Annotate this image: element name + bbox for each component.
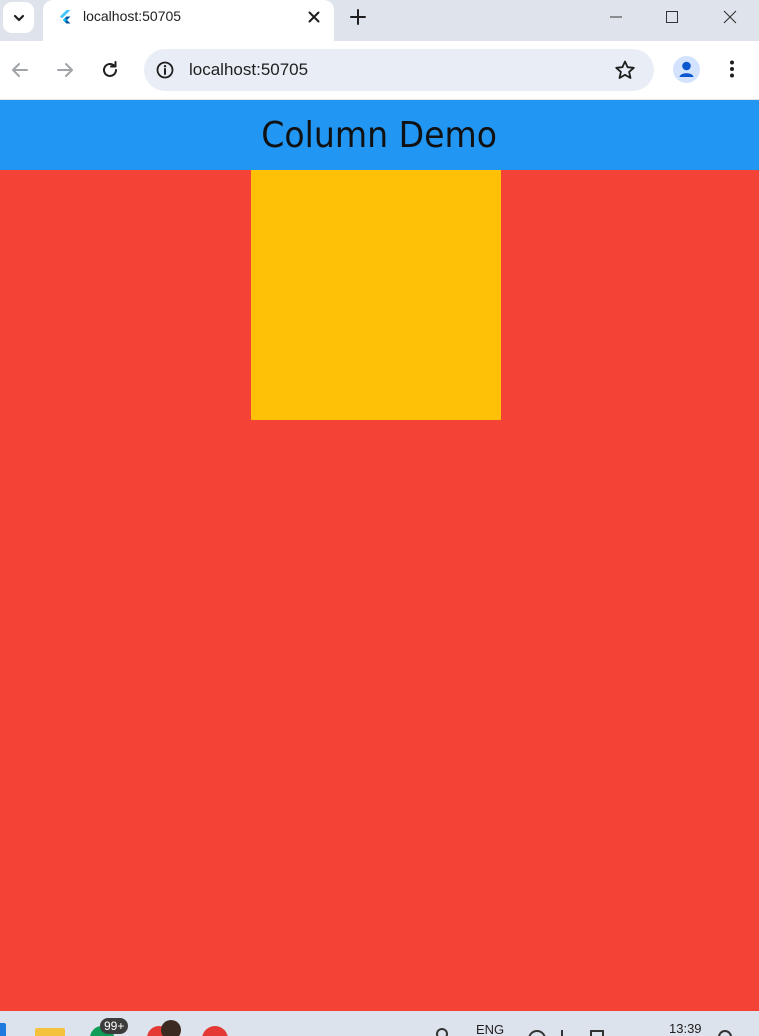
language-indicator[interactable]: ENG xyxy=(476,1022,504,1036)
tray-overflow-icon[interactable] xyxy=(436,1028,448,1036)
forward-arrow-icon[interactable] xyxy=(54,59,76,81)
url-text[interactable]: localhost:50705 xyxy=(189,60,308,80)
taskbar: 99+ ENG 13:39 xyxy=(0,1011,759,1036)
tab-title: localhost:50705 xyxy=(83,8,182,24)
chrome-icon[interactable] xyxy=(202,1026,228,1036)
app-title: Column Demo xyxy=(261,114,498,156)
start-icon[interactable] xyxy=(0,1023,6,1036)
profile-button[interactable] xyxy=(673,56,700,83)
notification-badge: 99+ xyxy=(100,1018,129,1034)
new-tab-icon[interactable] xyxy=(348,7,368,27)
app-bar: Column Demo xyxy=(0,100,759,170)
reload-icon[interactable] xyxy=(99,59,121,81)
clock[interactable]: 13:39 xyxy=(669,1021,702,1036)
volume-icon[interactable] xyxy=(561,1030,577,1036)
notification-bell-icon[interactable] xyxy=(718,1030,732,1036)
battery-icon[interactable] xyxy=(590,1030,604,1036)
back-arrow-icon[interactable] xyxy=(9,59,31,81)
column-body xyxy=(0,170,759,1011)
maximize-icon[interactable] xyxy=(660,5,684,29)
address-bar[interactable]: localhost:50705 xyxy=(144,49,654,91)
info-icon[interactable] xyxy=(155,60,175,80)
file-explorer-icon[interactable] xyxy=(35,1028,65,1036)
avatar[interactable] xyxy=(161,1020,181,1036)
bookmark-star-icon[interactable] xyxy=(614,59,636,81)
minimize-icon[interactable] xyxy=(604,5,628,29)
close-icon[interactable] xyxy=(306,9,322,25)
more-vert-icon[interactable] xyxy=(721,58,743,80)
flutter-icon xyxy=(60,10,71,24)
wifi-icon[interactable] xyxy=(528,1030,546,1036)
browser-toolbar: localhost:50705 xyxy=(0,41,759,100)
person-icon xyxy=(679,61,694,77)
tab-strip: localhost:50705 xyxy=(0,0,759,41)
amber-container xyxy=(251,170,501,420)
window-close-icon[interactable] xyxy=(718,5,742,29)
tab-search-button[interactable] xyxy=(3,2,34,33)
browser-tab[interactable]: localhost:50705 xyxy=(43,0,334,41)
chevron-down-icon xyxy=(13,14,24,21)
